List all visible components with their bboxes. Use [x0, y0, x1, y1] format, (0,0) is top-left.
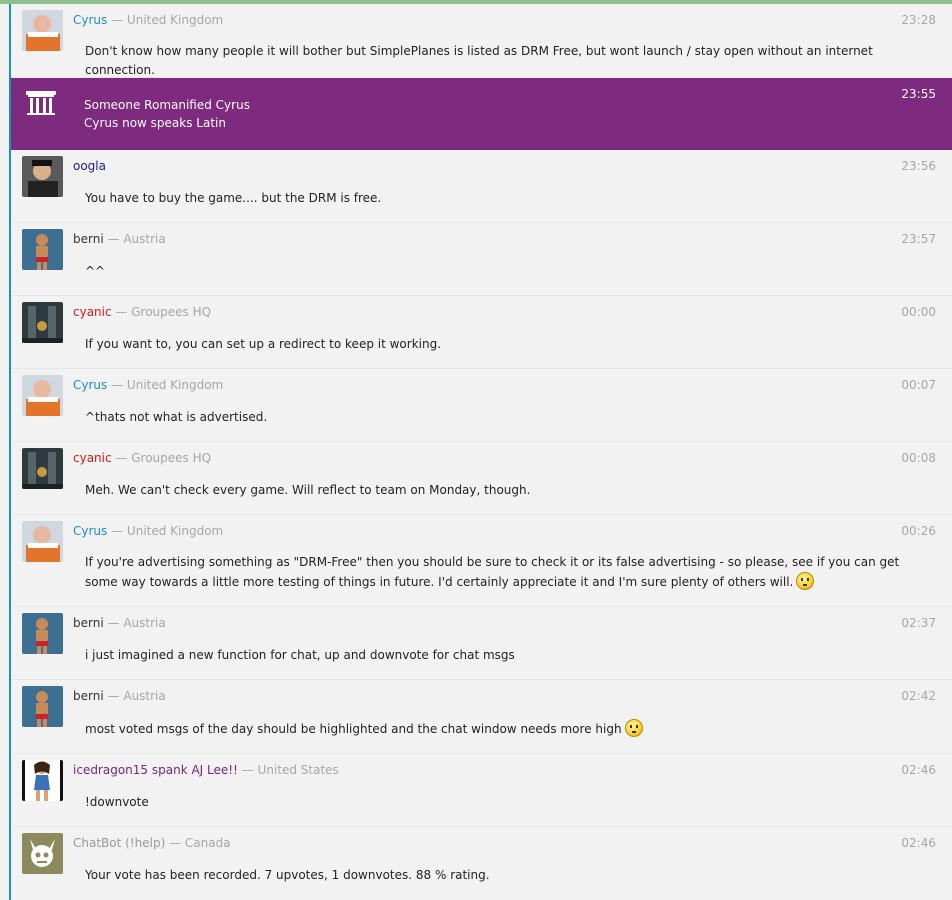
left-scroll-rule	[0, 4, 11, 900]
timestamp: 02:37	[901, 616, 936, 630]
timestamp: 23:55	[901, 87, 936, 101]
chat-log: Cyrus — United Kingdom 23:28 Don't know …	[11, 4, 952, 900]
chat-message: icedragon15 spank AJ Lee!! — United Stat…	[11, 754, 952, 827]
timestamp: 02:46	[901, 763, 936, 777]
avatar-cyanic[interactable]	[22, 448, 63, 489]
avatar-berni[interactable]	[22, 686, 63, 727]
user-location: — United States	[241, 763, 339, 777]
message-text: If you're advertising something as "DRM-…	[85, 553, 904, 592]
timestamp: 00:26	[901, 524, 936, 538]
timestamp: 02:42	[901, 689, 936, 703]
chat-message: cyanic — Groupees HQ 00:00 If you want t…	[11, 296, 952, 369]
timestamp: 23:28	[901, 13, 936, 27]
chat-message: ChatBot (!help) — Canada 02:46 Your vote…	[11, 827, 952, 900]
message-text: Don't know how many people it will bothe…	[85, 44, 873, 77]
username[interactable]: Cyrus	[73, 524, 107, 538]
username[interactable]: oogla	[73, 159, 106, 173]
chat-message: Cyrus — United Kingdom 23:28 Don't know …	[11, 4, 952, 78]
avatar-berni[interactable]	[22, 613, 63, 654]
system-line-1: Someone Romanified Cyrus	[84, 98, 250, 112]
chat-message: berni — Austria 02:42 most voted msgs of…	[11, 680, 952, 754]
timestamp: 02:46	[901, 836, 936, 850]
chat-message: oogla 23:56 You have to buy the game....…	[11, 150, 952, 223]
thinking-smiley-icon	[624, 719, 643, 737]
username[interactable]: berni	[73, 689, 104, 703]
username[interactable]: Cyrus	[73, 378, 107, 392]
avatar-cyrus[interactable]	[22, 10, 63, 51]
message-text: Meh. We can't check every game. Will ref…	[85, 483, 531, 497]
avatar-cyanic[interactable]	[22, 302, 63, 343]
column-icon	[25, 90, 57, 119]
message-body: If you're advertising something as "DRM-…	[85, 555, 900, 589]
message-text: Your vote has been recorded. 7 upvotes, …	[85, 868, 490, 882]
username[interactable]: cyanic	[73, 451, 112, 465]
timestamp: 23:57	[901, 232, 936, 246]
timestamp: 00:08	[901, 451, 936, 465]
chat-message: cyanic — Groupees HQ 00:08 Meh. We can't…	[11, 442, 952, 515]
message-body: most voted msgs of the day should be hig…	[85, 722, 622, 736]
user-location: — Groupees HQ	[115, 451, 212, 465]
user-location: — United Kingdom	[111, 13, 224, 27]
avatar-cyrus[interactable]	[22, 521, 63, 562]
chat-message: berni — Austria 23:57 ^^	[11, 223, 952, 296]
avatar-berni[interactable]	[22, 229, 63, 270]
chat-message: Cyrus — United Kingdom 00:07 ^thats not …	[11, 369, 952, 442]
user-location: — Austria	[107, 616, 166, 630]
user-location: — United Kingdom	[111, 524, 224, 538]
username[interactable]: berni	[73, 232, 104, 246]
system-message: Someone Romanified Cyrus Cyrus now speak…	[11, 78, 952, 150]
message-text: ^thats not what is advertised.	[85, 410, 268, 424]
timestamp: 00:00	[901, 305, 936, 319]
timestamp: 00:07	[901, 378, 936, 392]
username[interactable]: cyanic	[73, 305, 112, 319]
avatar-chatbot[interactable]	[22, 833, 63, 874]
username[interactable]: berni	[73, 616, 104, 630]
chat-message: Cyrus — United Kingdom 00:26 If you're a…	[11, 515, 952, 607]
message-text: ^^	[85, 264, 106, 278]
chat-message: berni — Austria 02:37 i just imagined a …	[11, 607, 952, 680]
user-location: — United Kingdom	[111, 378, 224, 392]
avatar-oogla[interactable]	[22, 156, 63, 197]
user-location: — Austria	[107, 232, 166, 246]
user-location: — Canada	[169, 836, 231, 850]
username[interactable]: ChatBot (!help)	[73, 836, 165, 850]
message-text: You have to buy the game.... but the DRM…	[85, 191, 382, 205]
message-text: most voted msgs of the day should be hig…	[85, 719, 912, 739]
avatar-cyrus[interactable]	[22, 375, 63, 416]
timestamp: 23:56	[901, 159, 936, 173]
message-text: i just imagined a new function for chat,…	[85, 648, 515, 662]
user-location: — Austria	[107, 689, 166, 703]
user-location: — Groupees HQ	[115, 305, 212, 319]
username[interactable]: Cyrus	[73, 13, 107, 27]
username[interactable]: icedragon15 spank AJ Lee!!	[73, 763, 238, 777]
system-line-2: Cyrus now speaks Latin	[84, 116, 226, 130]
message-text: !downvote	[85, 795, 149, 809]
avatar-icedragon15[interactable]	[22, 760, 63, 801]
message-text: If you want to, you can set up a redirec…	[85, 337, 442, 351]
thinking-smiley-icon	[796, 572, 815, 590]
